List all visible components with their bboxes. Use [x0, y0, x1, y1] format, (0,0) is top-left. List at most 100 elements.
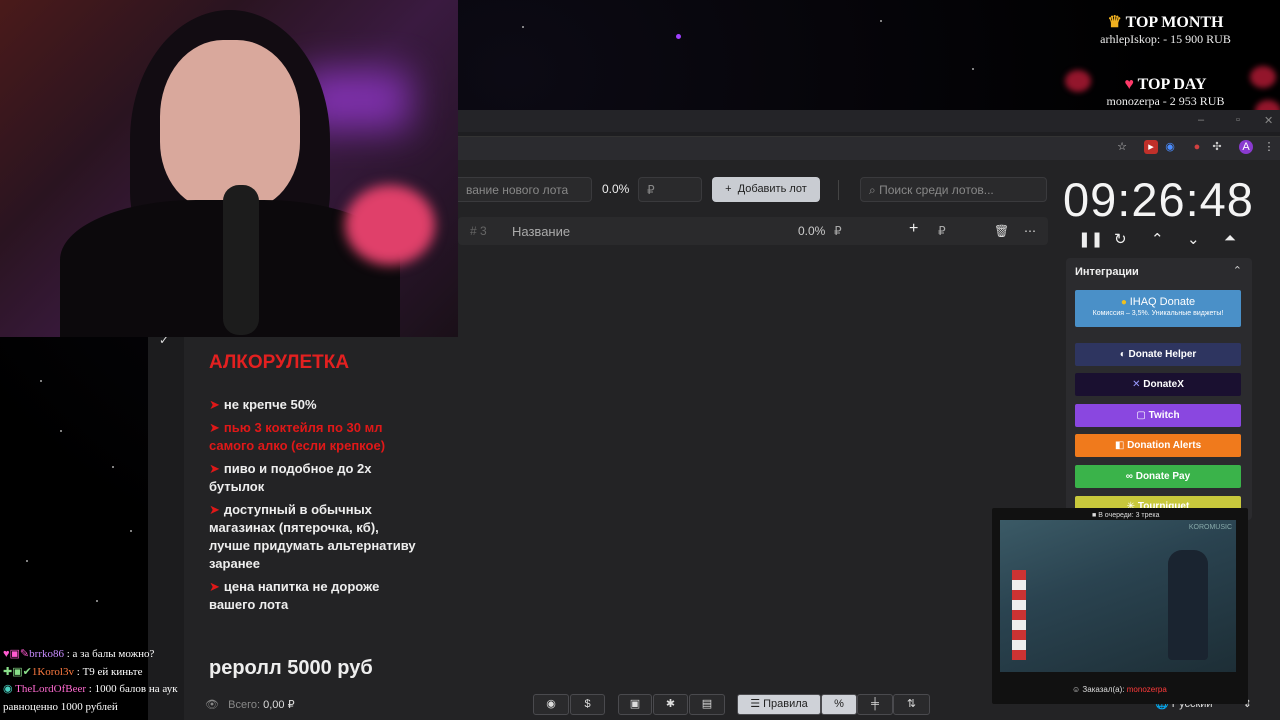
donate-pay-icon: ∞	[1125, 471, 1133, 482]
browser-tab-bar	[458, 110, 1280, 132]
plus-icon: +	[725, 183, 732, 195]
github-icon: ◉	[546, 698, 556, 710]
donatex-icon: ✕	[1132, 379, 1141, 390]
heart-icon: ♥	[1124, 76, 1134, 93]
music-icon: ■	[1092, 512, 1097, 519]
badge-icons: ◉	[3, 683, 13, 695]
queue-status: ■ В очереди: 3 трека	[1092, 512, 1160, 519]
chat-message: ◉ TheLordOfBeer : 1000 балов на аук равн…	[3, 683, 178, 713]
profile-avatar[interactable]: A	[1239, 140, 1253, 154]
dancer-figure	[1168, 550, 1208, 660]
lot-name-input[interactable]: вание нового лота	[458, 177, 592, 202]
more-icon[interactable]: ⋯	[1024, 224, 1036, 238]
rules-panel: АЛКОРУЛЕТКА ➤ не крепче 50% ➤ пью 3 коктей…	[209, 352, 419, 619]
rules-title: АЛКОРУЛЕТКА	[209, 352, 350, 373]
chat-message: ✚▣✔1Korol3v : Т9 ей киньте	[3, 665, 143, 678]
extension-icon[interactable]: ●	[1190, 140, 1204, 154]
integration-donate-pay[interactable]: ∞ Donate Pay	[1075, 465, 1241, 488]
extensions-puzzle-icon[interactable]: ✣	[1210, 140, 1224, 154]
lot-percent: 0.0%	[602, 182, 630, 196]
split-button[interactable]: ╪	[857, 694, 893, 715]
flower-bouquet	[345, 185, 435, 265]
reroll-text: реролл 5000 руб	[209, 657, 373, 679]
extension-icon[interactable]: ◉	[1163, 140, 1177, 154]
save-button[interactable]: ▣	[618, 694, 652, 715]
ihaq-subtitle: Комиссия – 3,5%. Уникальные виджеты!	[1092, 310, 1224, 317]
chevron-down-icon[interactable]: ⌄	[1187, 230, 1200, 248]
microphone	[223, 185, 259, 335]
lot-index: # 3	[470, 224, 487, 238]
arrow-icon: ➤	[209, 397, 220, 412]
window-close-icon[interactable]: ✕	[1264, 114, 1273, 127]
integration-donate-helper[interactable]: ◐ Donate Helper	[1075, 343, 1241, 366]
top-month-entry: arhlepIskop: - 15 900 RUB	[1100, 32, 1231, 46]
lot-name[interactable]: Название	[512, 224, 570, 239]
lot-percent: 0.0%	[798, 224, 826, 238]
user-icon: ☺	[1072, 685, 1081, 694]
plus-currency: ₽	[938, 224, 946, 238]
streamer-face	[160, 40, 300, 210]
rule-item: ➤ пиво и подобное до 2х бутылок	[209, 461, 372, 494]
webcam-feed	[0, 0, 458, 337]
lot-currency: ₽	[834, 224, 842, 238]
clear-button[interactable]: ▤	[689, 694, 725, 715]
sort-button[interactable]: ⇅	[893, 694, 930, 715]
dollar-icon: $	[584, 698, 591, 710]
collapse-icon[interactable]: ⌃	[1233, 264, 1242, 277]
github-button[interactable]: ◉	[533, 694, 569, 715]
badge-icons: ✚▣✔	[3, 665, 32, 678]
integration-ihaq-donate[interactable]: ● IHAQ Donate Комиссия – 3,5%. Уникальны…	[1075, 290, 1241, 327]
chat-message: ♥▣✎brrko86 : а за балы можно?	[3, 648, 155, 660]
total-sum: 👁 Всего: 0,00 ₽	[205, 699, 295, 711]
badge-icons: ♥▣✎	[3, 648, 30, 660]
donation-alerts-icon: ◧	[1114, 440, 1125, 451]
clear-icon: ▤	[701, 698, 713, 710]
plus-icon[interactable]: +	[909, 220, 918, 238]
window-maximize-icon[interactable]: ▫	[1236, 114, 1240, 126]
search-icon: ⌕	[869, 183, 876, 197]
arrow-icon: ➤	[209, 420, 220, 435]
percent-button[interactable]: %	[821, 694, 857, 715]
crown-icon: ♛	[1107, 14, 1122, 31]
donate-button[interactable]: $	[570, 694, 605, 715]
chevron-up-icon[interactable]: ⌃	[1151, 230, 1164, 248]
arrow-icon: ➤	[209, 461, 220, 476]
rule-item: ➤ не крепче 50%	[209, 397, 317, 412]
stream-chat: ♥▣✎brrko86 : а за балы можно? ✚▣✔1Korol3…	[3, 646, 193, 716]
top-month-box: ♛ TOP MONTH arhlepIskop: - 15 900 RUB	[1063, 12, 1268, 47]
double-chevron-up-icon[interactable]: ⏶	[1224, 230, 1236, 247]
save-icon: ▣	[629, 698, 641, 710]
eye-off-icon[interactable]: 👁	[205, 699, 219, 711]
top-day-entry: monozerpa - 2 953 RUB	[1106, 94, 1225, 108]
add-lot-button[interactable]: + Добавить лот	[712, 177, 820, 202]
arrow-icon: ➤	[209, 502, 220, 517]
window-minimize-icon[interactable]: –	[1198, 114, 1204, 126]
music-video-overlay: ■ В очереди: 3 трека KOROMUSIC ☺ Заказал…	[992, 508, 1248, 704]
striped-pole	[1012, 570, 1026, 660]
browser-window-chrome: – ▫ ✕ ☆ ▸ ◉ ● ✣ A ⋮	[458, 110, 1280, 160]
music-video-frame: KOROMUSIC	[1000, 520, 1236, 672]
integration-donatex[interactable]: ✕ DonateX	[1075, 373, 1241, 396]
donate-helper-icon: ◐	[1119, 349, 1126, 360]
split-icon: ╪	[871, 698, 879, 710]
integration-twitch[interactable]: ▢ Twitch	[1075, 404, 1241, 427]
extension-icon[interactable]: ▸	[1144, 140, 1158, 154]
reset-icon[interactable]: ↻	[1114, 230, 1127, 248]
video-brand: KOROMUSIC	[1188, 524, 1232, 531]
rule-item: ➤ доступный в обычных магазинах (пятерочк…	[209, 502, 416, 571]
integrations-title: Интеграции	[1075, 266, 1139, 278]
bug-icon: ✱	[665, 698, 676, 710]
divider	[838, 180, 839, 200]
bookmark-star-icon[interactable]: ☆	[1115, 140, 1129, 154]
pause-icon[interactable]: ❚❚	[1078, 230, 1103, 248]
rules-button[interactable]: ☰ Правила	[737, 694, 821, 715]
bug-button[interactable]: ✱	[653, 694, 688, 715]
rule-item: ➤ цена напитка не дороже вашего лота	[209, 579, 380, 612]
integration-donation-alerts[interactable]: ◧ Donation Alerts	[1075, 434, 1241, 457]
twitch-icon: ▢	[1136, 410, 1146, 421]
lot-row[interactable]: # 3 Название 0.0% ₽ + ₽ 🗑 ⋯	[458, 217, 1048, 245]
trash-icon[interactable]: 🗑	[994, 224, 1009, 238]
lot-amount-input[interactable]: ₽	[638, 177, 702, 202]
browser-menu-icon[interactable]: ⋮	[1262, 140, 1276, 154]
lot-search-input[interactable]: ⌕ Поиск среди лотов...	[860, 177, 1047, 202]
